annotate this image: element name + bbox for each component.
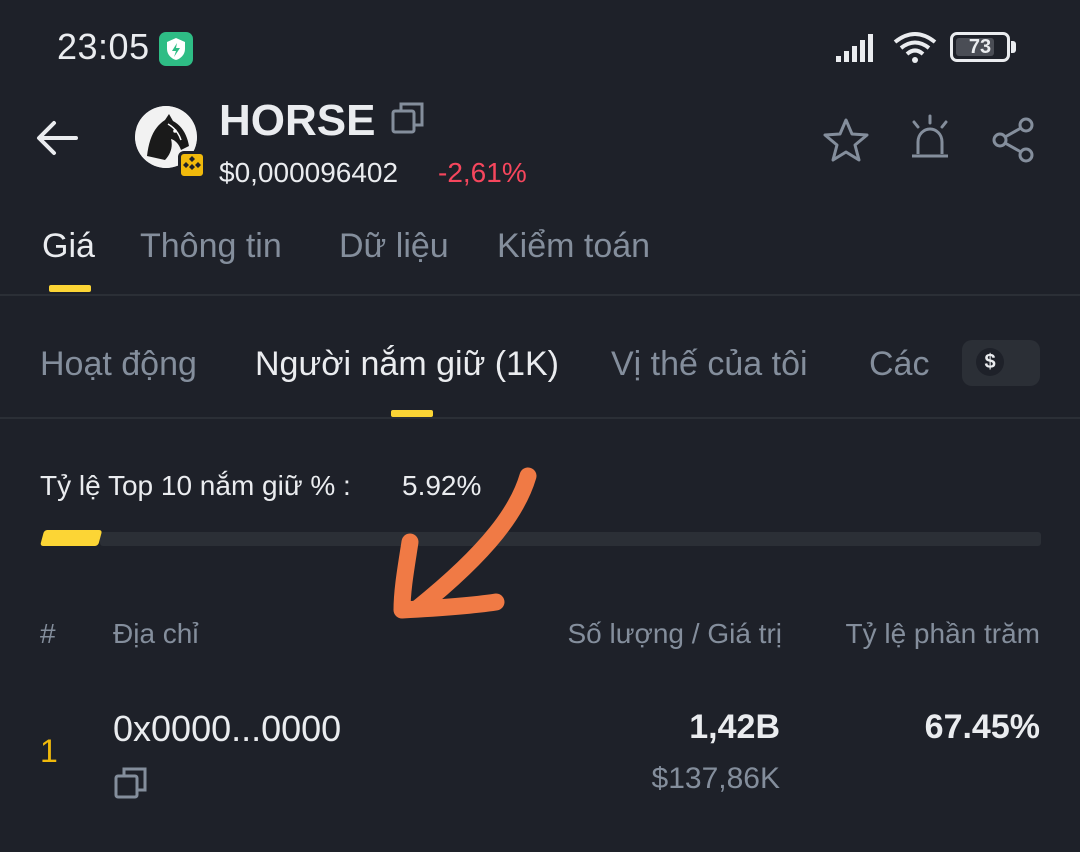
divider [0,294,1080,296]
header-amount-value[interactable]: Số lượng / Giá trị [567,618,782,650]
dollar-icon: $ [976,348,1004,376]
subtab-indicator [391,410,433,417]
tab-info[interactable]: Thông tin [140,227,282,266]
copy-icon[interactable] [390,100,426,141]
top10-label: Tỷ lệ Top 10 nắm giữ % : [40,470,351,501]
back-arrow-icon[interactable] [34,116,80,165]
row-rank: 1 [40,733,58,769]
battery-level: 73 [968,36,992,58]
token-price: $0,000096402 [219,157,399,188]
wifi-icon [892,30,938,71]
tab-data[interactable]: Dữ liệu [339,227,449,266]
subtab-my-position[interactable]: Vị thế của tôi [611,345,808,384]
top10-bar-fill [40,530,103,546]
header-rank: # [40,618,56,649]
star-icon[interactable] [822,117,870,168]
currency-toggle[interactable]: $ [962,340,1040,386]
alarm-icon[interactable] [906,114,954,167]
row-value: $137,86K [651,762,780,795]
top10-bar-track [100,532,1041,546]
price-change: -2,61% [438,157,527,188]
battery-cap [1011,41,1016,53]
signal-icon [836,32,882,67]
token-name: HORSE [219,96,376,145]
tab-audit[interactable]: Kiểm toán [497,227,650,266]
row-amount: 1,42B [689,708,780,746]
share-icon[interactable] [990,116,1038,169]
divider [0,417,1080,419]
vpn-icon [159,32,193,66]
subtab-holders[interactable]: Người nắm giữ (1K) [255,345,559,384]
header-percent[interactable]: Tỷ lệ phần trăm [845,618,1040,650]
subtab-activity[interactable]: Hoạt động [40,345,197,384]
bnb-chain-icon [178,151,206,179]
tab-indicator [49,285,91,292]
battery-icon: 73 [950,32,1010,62]
header-address: Địa chỉ [113,618,199,649]
tab-price[interactable]: Giá [42,227,95,266]
copy-icon[interactable] [113,765,153,806]
annotation-arrow [380,460,560,635]
row-address[interactable]: 0x0000...0000 [113,708,341,750]
subtab-others[interactable]: Các [869,345,929,384]
status-time: 23:05 [57,26,150,67]
row-percent: 67.45% [924,708,1040,746]
